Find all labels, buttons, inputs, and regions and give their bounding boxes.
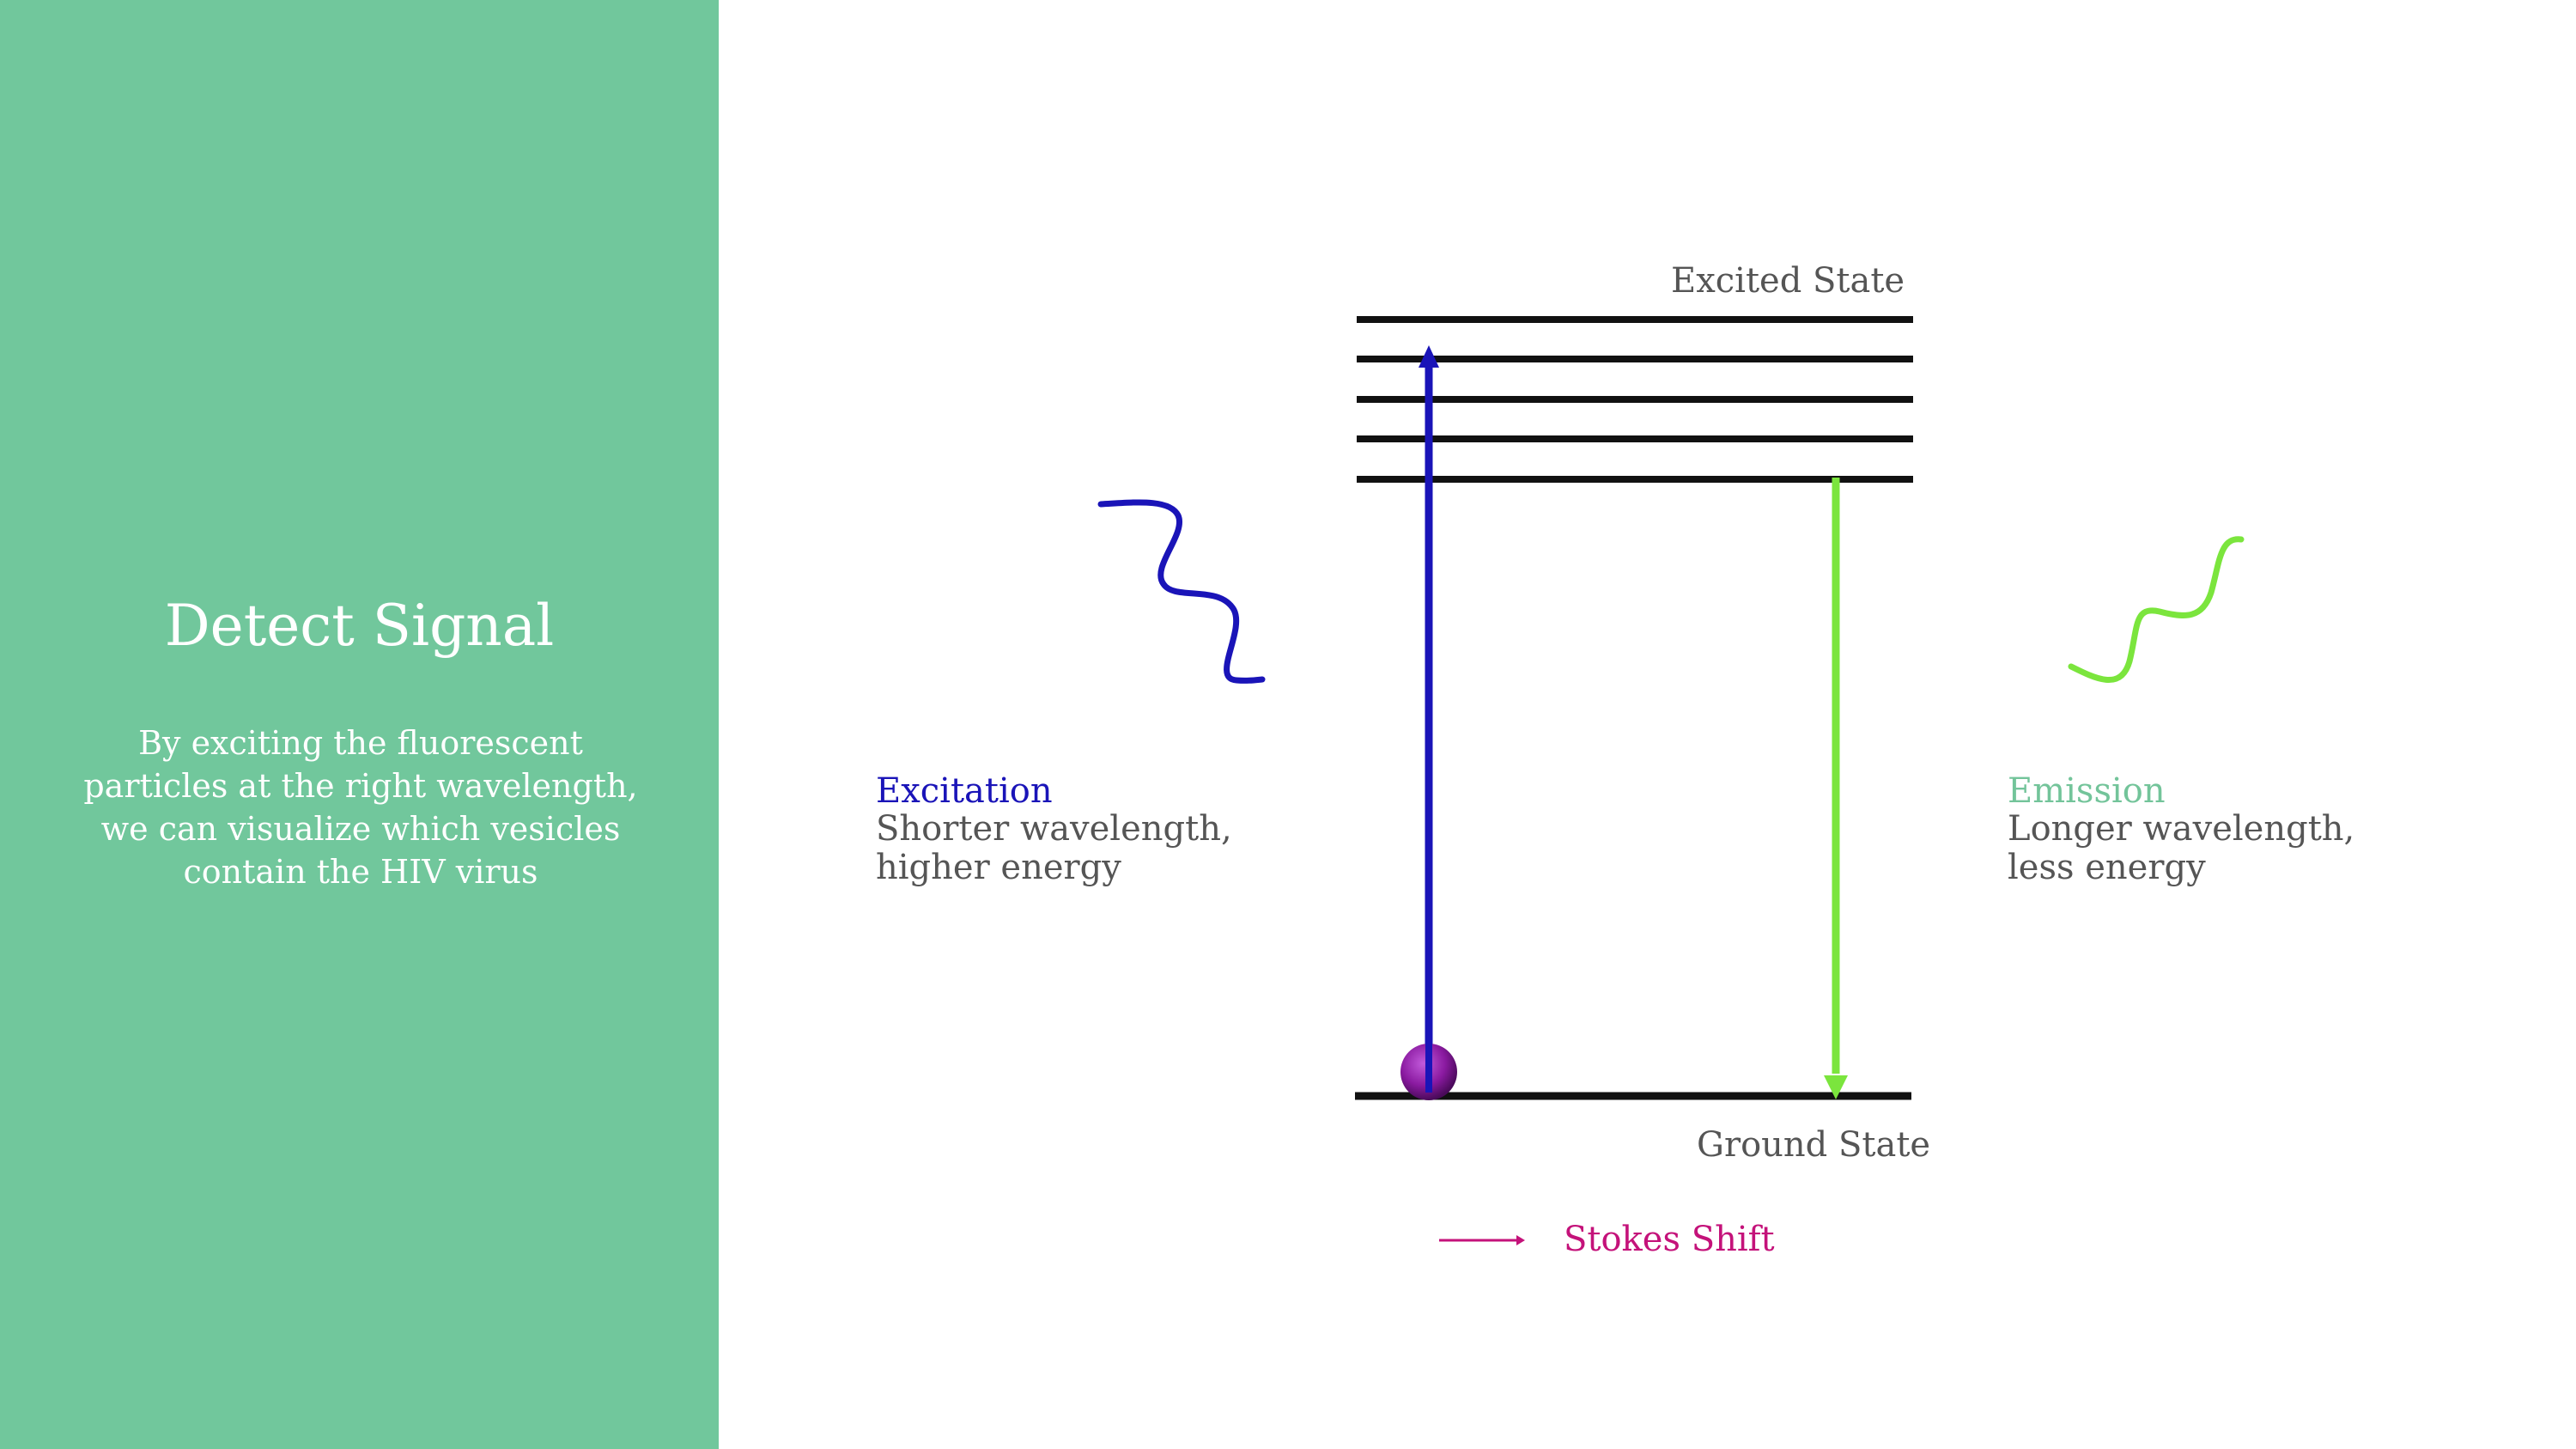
- excitation-description: Shorter wavelength, higher energy: [876, 809, 1232, 887]
- legend-arrowhead: [1516, 1235, 1525, 1245]
- ground-state-label: Ground State: [1697, 1125, 1931, 1165]
- excitation-wavy-line-icon: [1097, 499, 1266, 684]
- energy-diagram: [1097, 316, 2245, 1245]
- excited-state-label: Excited State: [1671, 261, 1905, 301]
- stokes-shift-label: Stokes Shift: [1564, 1220, 1775, 1259]
- emission-heading: Emission: [2008, 771, 2166, 811]
- emission-description: Longer wavelength, less energy: [2008, 809, 2355, 887]
- excitation-heading: Excitation: [876, 771, 1053, 811]
- emission-wavy-line-icon: [2068, 536, 2245, 684]
